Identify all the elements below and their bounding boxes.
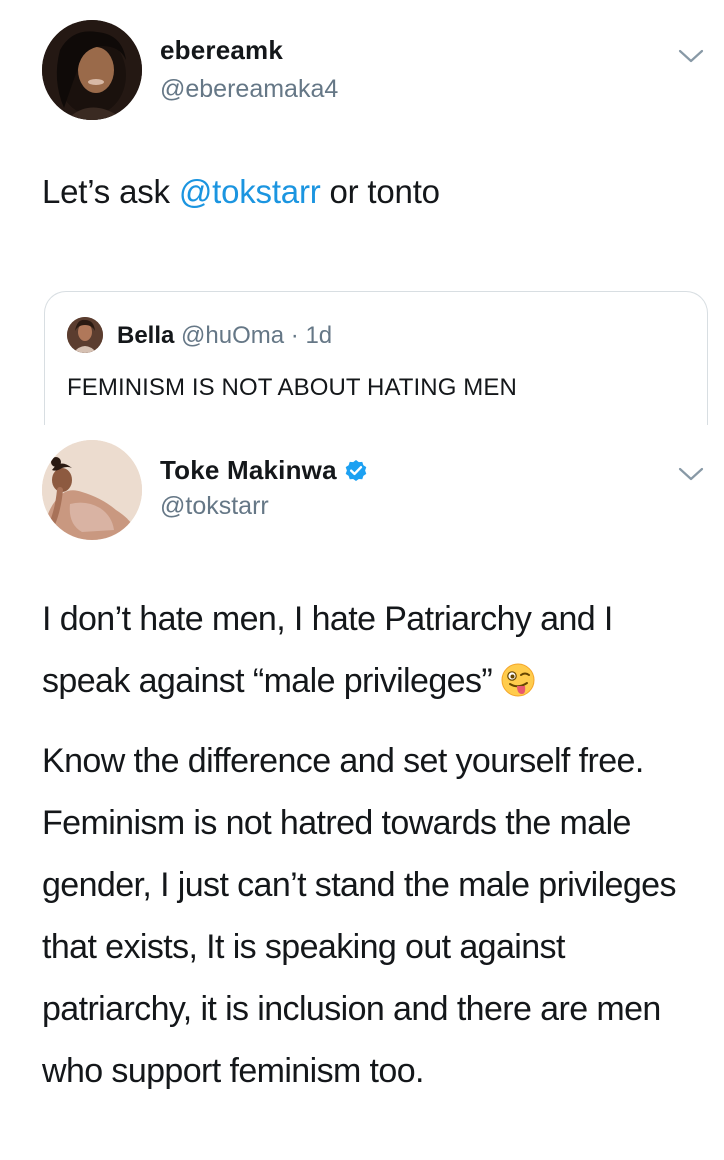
tweet-text-end: or tonto [320, 173, 441, 210]
avatar[interactable] [42, 440, 142, 540]
mention-link[interactable]: @tokstarr [179, 173, 321, 210]
tweet-text-start: Let’s ask [42, 173, 179, 210]
display-name-row[interactable]: Toke Makinwa [160, 455, 369, 486]
tweet-paragraph: Know the difference and set yourself fre… [42, 742, 676, 1090]
quoted-handle-time: @huOma · 1d [181, 322, 333, 349]
winking-face-with-tongue-emoji [501, 663, 535, 697]
tweet-screenshot: ebereamk @ebereamaka4 Let’s ask @tokstar… [0, 0, 724, 1160]
tweet-text: Let’s ask @tokstarr or tonto [42, 172, 440, 212]
user-handle[interactable]: @ebereamaka4 [160, 75, 338, 104]
quoted-tweet-card[interactable]: Bella @huOma · 1d FEMINISM IS NOT ABOUT … [44, 291, 708, 425]
quoted-text: FEMINISM IS NOT ABOUT HATING MEN [67, 374, 517, 401]
quoted-display-name: Bella [117, 322, 175, 349]
chevron-down-icon[interactable] [678, 48, 704, 64]
display-name[interactable]: Toke Makinwa [160, 455, 337, 485]
quoted-header: Bella @huOma · 1d [117, 322, 332, 350]
tweet-paragraph: I don’t hate men, I hate Patriarchy and … [42, 588, 708, 712]
avatar[interactable] [42, 20, 142, 120]
verified-badge-icon [345, 460, 367, 482]
display-name[interactable]: ebereamk [160, 35, 283, 66]
tweet-body: I don’t hate men, I hate Patriarchy and … [42, 588, 708, 1102]
user-handle[interactable]: @tokstarr [160, 492, 269, 521]
chevron-down-icon[interactable] [678, 466, 704, 482]
quoted-avatar [67, 317, 103, 353]
